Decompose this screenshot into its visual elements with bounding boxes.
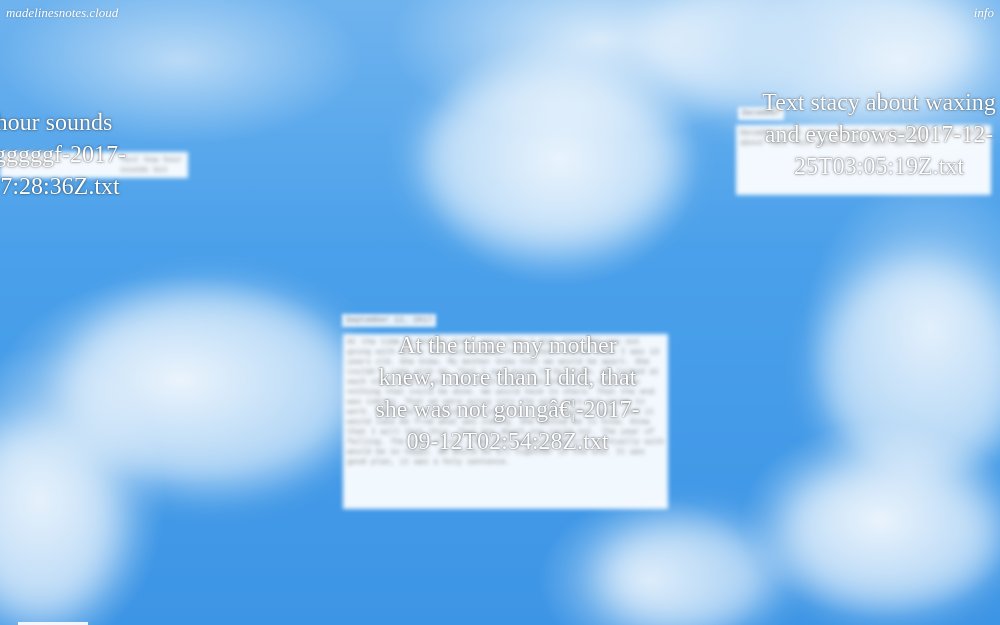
note-title: hour sounds ngggggf-2017- 17:28:36Z.txt bbox=[0, 107, 164, 203]
cloud bbox=[420, 70, 680, 250]
note-date: September 12, 2017 bbox=[342, 314, 437, 327]
cloud bbox=[60, 290, 360, 490]
cloud bbox=[820, 260, 1000, 480]
note-title-text: hour sounds ngggggf-2017- 17:28:36Z.txt bbox=[0, 110, 126, 200]
note-item[interactable]: December December Text stacy about Text … bbox=[730, 85, 1000, 225]
note-title: Text stacy about waxing and eyebrows-201… bbox=[762, 90, 996, 180]
info-link[interactable]: info bbox=[974, 5, 994, 21]
cloud bbox=[780, 460, 1000, 610]
note-item[interactable]: Text how hour sounds bit hour sounds ngg… bbox=[0, 0, 200, 210]
note-item[interactable]: September 12, 2017 At the time my mother… bbox=[340, 310, 670, 515]
note-title: At the time my mother knew, more than I … bbox=[375, 333, 640, 455]
cloud bbox=[600, 520, 780, 625]
